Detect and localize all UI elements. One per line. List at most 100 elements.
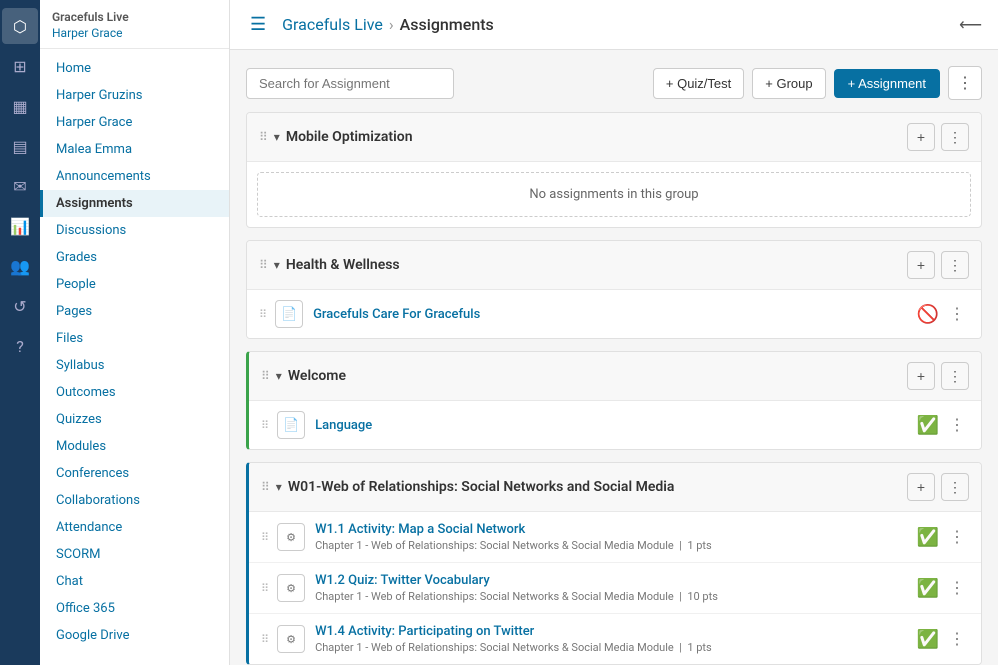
item-drag-handle[interactable]: ⠿: [259, 308, 267, 321]
history-icon[interactable]: ↺: [2, 288, 38, 324]
assignment-icon: ⚙: [277, 625, 305, 653]
item-actions: ✅ ⋮: [917, 413, 969, 437]
group-title: Mobile Optimization: [286, 129, 907, 145]
item-meta: Chapter 1 - Web of Relationships: Social…: [315, 590, 909, 603]
add-item-button[interactable]: +: [907, 123, 935, 151]
group-header-mobile-optimization: ⠿ ▾ Mobile Optimization + ⋮: [247, 113, 981, 162]
item-drag-handle[interactable]: ⠿: [261, 531, 269, 544]
sidebar-item-people[interactable]: People: [40, 271, 229, 298]
sidebar-item-harper-grace[interactable]: Harper Grace: [40, 109, 229, 136]
sidebar-item-google-drive[interactable]: Google Drive: [40, 622, 229, 649]
item-more-button[interactable]: ⋮: [945, 302, 969, 326]
sidebar-user[interactable]: Harper Grace: [52, 26, 217, 40]
add-item-button[interactable]: +: [907, 473, 935, 501]
sidebar-item-files[interactable]: Files: [40, 325, 229, 352]
sidebar-item-outcomes[interactable]: Outcomes: [40, 379, 229, 406]
breadcrumb: Gracefuls Live › Assignments: [282, 15, 494, 34]
add-item-button[interactable]: +: [907, 362, 935, 390]
drag-handle-icon[interactable]: ⠿: [261, 369, 270, 383]
group-title: Welcome: [288, 368, 907, 384]
sidebar-item-pages[interactable]: Pages: [40, 298, 229, 325]
sidebar-item-syllabus[interactable]: Syllabus: [40, 352, 229, 379]
add-assignment-button[interactable]: + Assignment: [834, 69, 940, 98]
collapse-arrow-icon[interactable]: ▾: [274, 130, 280, 144]
group-mobile-optimization: ⠿ ▾ Mobile Optimization + ⋮ No assignmen…: [246, 112, 982, 228]
item-drag-handle[interactable]: ⠿: [261, 633, 269, 646]
drag-handle-icon[interactable]: ⠿: [259, 258, 268, 272]
group-more-button[interactable]: ⋮: [941, 473, 969, 501]
collapse-nav-button[interactable]: ⟵: [959, 15, 982, 35]
sidebar-item-assignments[interactable]: Assignments: [40, 190, 229, 217]
grades-icon[interactable]: 📊: [2, 208, 38, 244]
item-more-button[interactable]: ⋮: [945, 525, 969, 549]
sidebar-item-home[interactable]: Home: [40, 55, 229, 82]
sidebar: Gracefuls Live Harper Grace Home Harper …: [40, 0, 230, 665]
add-item-button[interactable]: +: [907, 251, 935, 279]
item-actions: 🚫 ⋮: [917, 302, 969, 326]
top-bar-right: ⟵: [959, 15, 982, 35]
more-options-button[interactable]: ⋮: [948, 66, 982, 100]
group-health-wellness: ⠿ ▾ Health & Wellness + ⋮ ⠿ 📄 Gracefuls …: [246, 240, 982, 339]
item-more-button[interactable]: ⋮: [945, 576, 969, 600]
search-input[interactable]: [246, 68, 454, 99]
icon-bar: ⬡ ⊞ ▦ ▤ ✉ 📊 👥 ↺ ?: [0, 0, 40, 665]
logo-icon[interactable]: ⬡: [2, 8, 38, 44]
group-actions: + ⋮: [907, 123, 969, 151]
item-actions: ✅ ⋮: [917, 525, 969, 549]
drag-handle-icon[interactable]: ⠿: [259, 130, 268, 144]
courses-icon[interactable]: ▦: [2, 88, 38, 124]
add-quiz-test-button[interactable]: + Quiz/Test: [653, 68, 744, 99]
groups-icon[interactable]: 👥: [2, 248, 38, 284]
assignment-item: ⠿ ⚙ W1.4 Activity: Participating on Twit…: [249, 614, 981, 664]
group-more-button[interactable]: ⋮: [941, 362, 969, 390]
group-more-button[interactable]: ⋮: [941, 123, 969, 151]
item-meta: Chapter 1 - Web of Relationships: Social…: [315, 641, 909, 654]
item-more-button[interactable]: ⋮: [945, 627, 969, 651]
sidebar-item-attendance[interactable]: Attendance: [40, 514, 229, 541]
sidebar-item-discussions[interactable]: Discussions: [40, 217, 229, 244]
inbox-icon[interactable]: ✉: [2, 168, 38, 204]
status-complete-icon: ✅: [917, 578, 939, 599]
assignment-icon: 📄: [277, 411, 305, 439]
item-content: W1.1 Activity: Map a Social Network Chap…: [315, 522, 909, 552]
assignment-item: ⠿ ⚙ W1.2 Quiz: Twitter Vocabulary Chapte…: [249, 563, 981, 614]
item-title[interactable]: Gracefuls Care For Gracefuls: [313, 307, 909, 322]
sidebar-item-announcements[interactable]: Announcements: [40, 163, 229, 190]
group-title: W01-Web of Relationships: Social Network…: [288, 479, 907, 495]
sidebar-item-collaborations[interactable]: Collaborations: [40, 487, 229, 514]
help-icon[interactable]: ?: [2, 328, 38, 364]
hamburger-button[interactable]: ☰: [246, 10, 270, 39]
collapse-arrow-icon[interactable]: ▾: [274, 258, 280, 272]
sidebar-item-chat[interactable]: Chat: [40, 568, 229, 595]
item-content: W1.2 Quiz: Twitter Vocabulary Chapter 1 …: [315, 573, 909, 603]
sidebar-item-office365[interactable]: Office 365: [40, 595, 229, 622]
drag-handle-icon[interactable]: ⠿: [261, 480, 270, 494]
item-more-button[interactable]: ⋮: [945, 413, 969, 437]
main-area: ☰ Gracefuls Live › Assignments ⟵ + Quiz/…: [230, 0, 998, 665]
calendar-icon[interactable]: ▤: [2, 128, 38, 164]
sidebar-item-quizzes[interactable]: Quizzes: [40, 406, 229, 433]
assignment-item: ⠿ 📄 Language ✅ ⋮: [249, 401, 981, 449]
item-drag-handle[interactable]: ⠿: [261, 582, 269, 595]
item-drag-handle[interactable]: ⠿: [261, 419, 269, 432]
item-title[interactable]: Language: [315, 418, 909, 433]
collapse-arrow-icon[interactable]: ▾: [276, 480, 282, 494]
sidebar-item-malea-emma[interactable]: Malea Emma: [40, 136, 229, 163]
add-group-button[interactable]: + Group: [752, 68, 825, 99]
sidebar-item-modules[interactable]: Modules: [40, 433, 229, 460]
item-title[interactable]: W1.1 Activity: Map a Social Network: [315, 522, 909, 537]
sidebar-item-conferences[interactable]: Conferences: [40, 460, 229, 487]
assignment-icon: ⚙: [277, 574, 305, 602]
collapse-arrow-icon[interactable]: ▾: [276, 369, 282, 383]
group-header-health-wellness: ⠿ ▾ Health & Wellness + ⋮: [247, 241, 981, 290]
breadcrumb-course[interactable]: Gracefuls Live: [282, 15, 383, 34]
sidebar-item-grades[interactable]: Grades: [40, 244, 229, 271]
group-actions: + ⋮: [907, 473, 969, 501]
item-title[interactable]: W1.2 Quiz: Twitter Vocabulary: [315, 573, 909, 588]
sidebar-item-harper-gruzins[interactable]: Harper Gruzins: [40, 82, 229, 109]
item-title[interactable]: W1.4 Activity: Participating on Twitter: [315, 624, 909, 639]
sidebar-item-scorm[interactable]: SCORM: [40, 541, 229, 568]
group-more-button[interactable]: ⋮: [941, 251, 969, 279]
dashboard-icon[interactable]: ⊞: [2, 48, 38, 84]
group-actions: + ⋮: [907, 362, 969, 390]
